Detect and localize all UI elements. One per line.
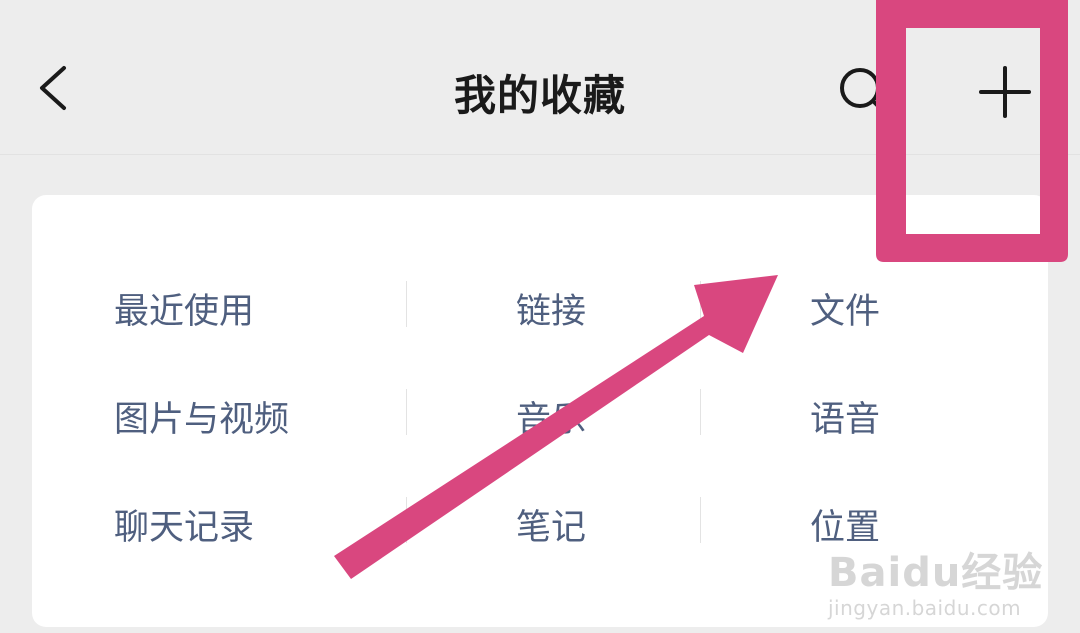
- divider: [406, 389, 407, 435]
- search-icon: [840, 68, 888, 116]
- category-recent[interactable]: 最近使用: [114, 283, 254, 334]
- category-links[interactable]: 链接: [516, 283, 586, 334]
- plus-icon: [979, 66, 1031, 118]
- watermark-url: jingyan.baidu.com: [828, 596, 1022, 620]
- divider: [406, 281, 407, 327]
- category-photos-videos[interactable]: 图片与视频: [114, 391, 289, 442]
- category-voice[interactable]: 语音: [810, 391, 880, 442]
- baidu-watermark: Baidu经验 jingyan.baidu.com: [828, 540, 1043, 620]
- search-button[interactable]: [836, 62, 892, 118]
- page-title: 我的收藏: [453, 71, 626, 120]
- category-chat-history[interactable]: 聊天记录: [114, 499, 254, 550]
- category-notes[interactable]: 笔记: [516, 499, 586, 550]
- category-music[interactable]: 音乐: [516, 391, 586, 442]
- divider: [700, 389, 701, 435]
- category-files[interactable]: 文件: [810, 283, 880, 334]
- divider: [700, 281, 701, 327]
- add-button[interactable]: [975, 62, 1035, 122]
- divider: [406, 497, 407, 543]
- navigation-bar: 我的收藏: [0, 0, 1080, 155]
- divider: [700, 497, 701, 543]
- watermark-brand: Baidu经验: [828, 550, 1044, 596]
